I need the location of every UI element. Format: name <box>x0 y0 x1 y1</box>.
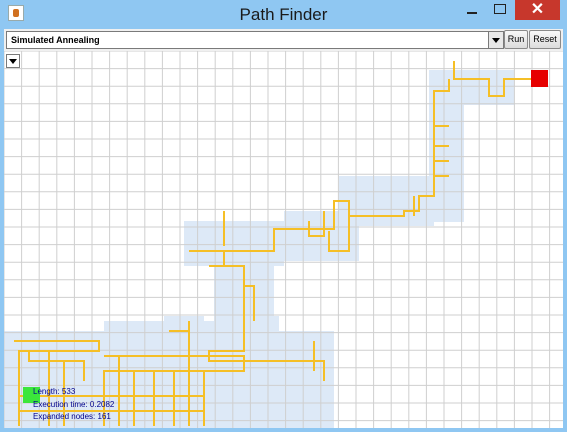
algorithm-select[interactable]: Simulated Annealing <box>6 31 504 49</box>
minimize-button[interactable] <box>458 0 486 20</box>
grid-options-dropdown[interactable] <box>6 54 20 68</box>
stats-panel: Length: 533 Execution time: 0.2082 Expan… <box>33 386 114 424</box>
reset-button[interactable]: Reset <box>529 30 561 49</box>
maximize-button[interactable] <box>486 0 514 20</box>
explored-cell <box>184 221 284 266</box>
close-button[interactable]: ✕ <box>515 0 560 20</box>
chevron-down-icon[interactable] <box>488 32 503 48</box>
algorithm-select-value: Simulated Annealing <box>11 35 100 45</box>
run-button[interactable]: Run <box>504 30 528 49</box>
grid-map[interactable] <box>4 51 563 428</box>
path-grid-canvas[interactable]: Length: 533 Execution time: 0.2082 Expan… <box>4 51 563 428</box>
stat-length: Length: 533 <box>33 387 76 396</box>
title-bar: Path Finder ✕ <box>0 0 567 29</box>
stat-execution-time: Execution time: 0.2082 <box>33 399 115 409</box>
explored-cells <box>4 70 514 428</box>
goal-cell <box>531 70 548 87</box>
toolbar: Simulated Annealing Run Reset <box>4 29 563 51</box>
stat-expanded-nodes: Expanded nodes: 161 <box>33 412 111 421</box>
